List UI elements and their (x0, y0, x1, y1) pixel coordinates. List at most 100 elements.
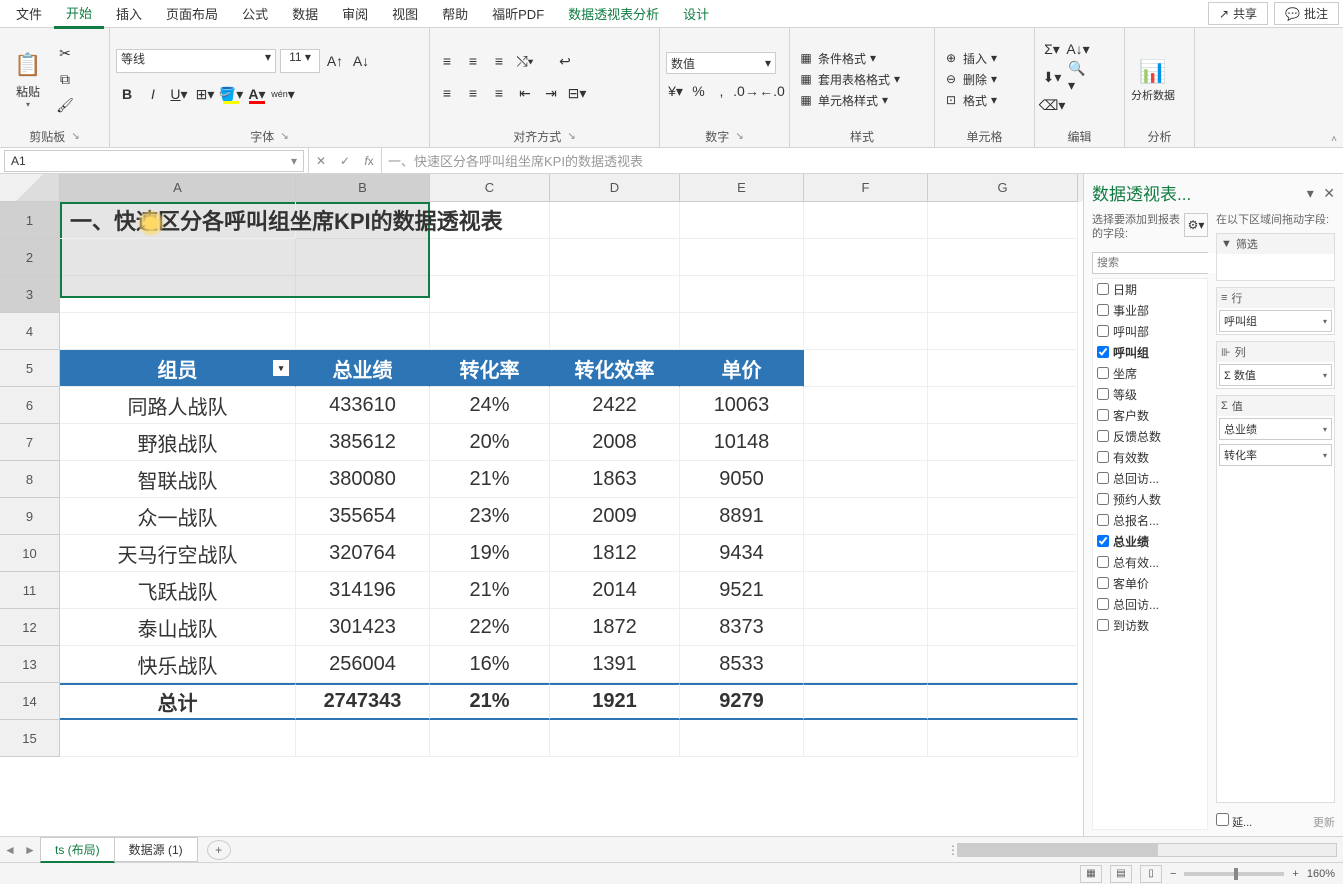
cell-A15[interactable] (60, 720, 296, 757)
currency-button[interactable]: ¥▾ (666, 80, 685, 102)
cell-style-button[interactable]: ▦单元格样式▾ (796, 91, 928, 110)
view-page-button[interactable]: ▤ (1110, 865, 1132, 883)
sheet-nav-next[interactable]: ► (20, 843, 40, 857)
pivot-filter-dropdown[interactable]: ▾ (273, 360, 289, 376)
field-item[interactable]: 总回访... (1093, 594, 1207, 615)
table-format-button[interactable]: ▦套用表格格式▾ (796, 70, 928, 89)
cell-A7[interactable]: 野狼战队 (60, 424, 296, 461)
cell-F6[interactable] (804, 387, 928, 424)
cell-G11[interactable] (928, 572, 1078, 609)
cell-F13[interactable] (804, 646, 928, 683)
share-button[interactable]: ↗共享 (1208, 2, 1268, 25)
values-zone[interactable]: Σ值 总业绩▾ 转化率▾ (1216, 395, 1335, 803)
row-header-5[interactable]: 5 (0, 350, 60, 387)
merge-button[interactable]: ⊟▾ (566, 82, 588, 104)
analyze-data-button[interactable]: 📊 分析数据 (1131, 44, 1175, 114)
horizontal-scrollbar[interactable] (957, 843, 1337, 857)
field-item[interactable]: 有效数 (1093, 447, 1207, 468)
cell-F12[interactable] (804, 609, 928, 646)
cell-B13[interactable]: 256004 (296, 646, 430, 683)
paste-button[interactable]: 📋 粘贴 ▾ (6, 44, 50, 114)
tab-data[interactable]: 数据 (280, 0, 330, 27)
cell-C10[interactable]: 19% (430, 535, 550, 572)
cell-C15[interactable] (430, 720, 550, 757)
field-item[interactable]: 总回访... (1093, 468, 1207, 489)
cell-B8[interactable]: 380080 (296, 461, 430, 498)
cell-D14[interactable]: 1921 (550, 683, 680, 720)
rows-zone-item[interactable]: 呼叫组▾ (1219, 310, 1332, 332)
field-item[interactable]: 呼叫组 (1093, 342, 1207, 363)
cell-B5[interactable]: 总业绩 (296, 350, 430, 387)
indent-increase-button[interactable]: ⇥ (540, 82, 562, 104)
cell-E12[interactable]: 8373 (680, 609, 804, 646)
phonetic-button[interactable]: wén▾ (272, 83, 294, 105)
cell-C2[interactable] (430, 239, 550, 276)
field-checkbox[interactable] (1097, 472, 1109, 484)
cell-E9[interactable]: 8891 (680, 498, 804, 535)
cell-B14[interactable]: 2747343 (296, 683, 430, 720)
cell-F1[interactable] (804, 202, 928, 239)
increase-decimal-button[interactable]: .0→ (735, 80, 757, 102)
cell-A11[interactable]: 飞跃战队 (60, 572, 296, 609)
tab-formula[interactable]: 公式 (230, 0, 280, 27)
cell-E3[interactable] (680, 276, 804, 313)
cell-B9[interactable]: 355654 (296, 498, 430, 535)
align-launcher[interactable]: ↘ (567, 131, 575, 142)
sheet-nav-prev[interactable]: ◄ (0, 843, 20, 857)
row-header-2[interactable]: 2 (0, 239, 60, 276)
add-sheet-button[interactable]: + (207, 840, 231, 860)
cell-B2[interactable] (296, 239, 430, 276)
cell-G4[interactable] (928, 313, 1078, 350)
cell-E15[interactable] (680, 720, 804, 757)
cell-B11[interactable]: 314196 (296, 572, 430, 609)
field-checkbox[interactable] (1097, 493, 1109, 505)
cell-A10[interactable]: 天马行空战队 (60, 535, 296, 572)
zoom-level[interactable]: 160% (1307, 868, 1335, 880)
font-size-select[interactable]: 11 ▾ (280, 49, 320, 73)
fx-button[interactable]: fx (357, 154, 381, 168)
cell-C8[interactable]: 21% (430, 461, 550, 498)
field-list[interactable]: 日期事业部呼叫部呼叫组坐席等级客户数反馈总数有效数总回访...预约人数总报名..… (1092, 278, 1208, 830)
cell-C4[interactable] (430, 313, 550, 350)
cell-A9[interactable]: 众一战队 (60, 498, 296, 535)
defer-layout-checkbox[interactable]: 延... (1216, 813, 1252, 830)
cell-G3[interactable] (928, 276, 1078, 313)
cell-B4[interactable] (296, 313, 430, 350)
cell-G15[interactable] (928, 720, 1078, 757)
italic-button[interactable]: I (142, 83, 164, 105)
cell-D5[interactable]: 转化效率 (550, 350, 680, 387)
field-item[interactable]: 等级 (1093, 384, 1207, 405)
font-launcher[interactable]: ↘ (280, 131, 288, 142)
cell-C7[interactable]: 20% (430, 424, 550, 461)
field-checkbox[interactable] (1097, 367, 1109, 379)
cell-E2[interactable] (680, 239, 804, 276)
field-item[interactable]: 日期 (1093, 279, 1207, 300)
tab-review[interactable]: 审阅 (330, 0, 380, 27)
field-item[interactable]: 客户数 (1093, 405, 1207, 426)
values-zone-item-1[interactable]: 总业绩▾ (1219, 418, 1332, 440)
tab-pivot-design[interactable]: 设计 (671, 0, 721, 27)
cell-D11[interactable]: 2014 (550, 572, 680, 609)
cell-B3[interactable] (296, 276, 430, 313)
cell-G2[interactable] (928, 239, 1078, 276)
col-header-e[interactable]: E (680, 174, 804, 202)
tab-page-layout[interactable]: 页面布局 (154, 0, 230, 27)
zoom-in-button[interactable]: + (1292, 868, 1298, 880)
field-search[interactable]: 🔍 (1092, 252, 1208, 274)
cell-D4[interactable] (550, 313, 680, 350)
cancel-formula-button[interactable]: ✕ (309, 154, 333, 168)
field-checkbox[interactable] (1097, 535, 1109, 547)
row-header-11[interactable]: 11 (0, 572, 60, 609)
cell-B15[interactable] (296, 720, 430, 757)
number-format-select[interactable]: 数值▾ (666, 52, 776, 74)
cell-A14[interactable]: 总计 (60, 683, 296, 720)
comment-button[interactable]: 💬批注 (1274, 2, 1339, 25)
underline-button[interactable]: U▾ (168, 83, 190, 105)
align-top-button[interactable]: ≡ (436, 50, 458, 72)
cell-G7[interactable] (928, 424, 1078, 461)
col-header-b[interactable]: B (296, 174, 430, 202)
cell-G9[interactable] (928, 498, 1078, 535)
cell-A13[interactable]: 快乐战队 (60, 646, 296, 683)
cell-G1[interactable] (928, 202, 1078, 239)
cols-zone[interactable]: ⊪列 Σ 数值▾ (1216, 341, 1335, 389)
